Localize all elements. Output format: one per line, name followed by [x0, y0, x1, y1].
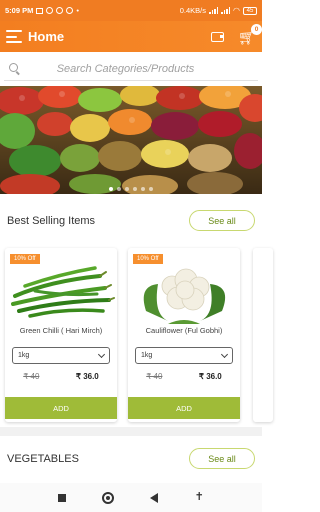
- cauliflower-image: [143, 268, 226, 324]
- page-title: Home: [28, 29, 65, 44]
- banner-dot[interactable]: [109, 187, 113, 191]
- add-to-cart-button[interactable]: ADD: [128, 397, 240, 419]
- vegetables-see-all-button[interactable]: See all: [189, 448, 255, 469]
- search-bar[interactable]: [4, 57, 258, 81]
- product-card-green-chilli[interactable]: 10% Off Green Chilli ( Hari Mirch) 1kg ₹…: [5, 248, 117, 422]
- best-selling-see-all-button[interactable]: See all: [189, 210, 255, 231]
- banner-dot[interactable]: [125, 187, 129, 191]
- vegetables-banner-image: [0, 86, 262, 194]
- product-card-cauliflower[interactable]: 10% Off Cauliflower (Ful Gobhi) 1kg ₹ 40…: [128, 248, 240, 422]
- search-input[interactable]: [21, 62, 258, 75]
- quantity-dropdown[interactable]: 1kg: [135, 347, 233, 364]
- menu-icon[interactable]: [6, 30, 22, 43]
- home-icon[interactable]: [102, 491, 115, 504]
- banner-pagination: [0, 187, 262, 191]
- recents-icon[interactable]: [58, 493, 67, 502]
- chevron-down-icon: [97, 350, 106, 358]
- original-price: ₹ 40: [146, 372, 163, 381]
- add-to-cart-button[interactable]: ADD: [5, 397, 117, 419]
- quantity-value: 1kg: [18, 352, 30, 359]
- discount-badge: 10% Off: [10, 254, 40, 264]
- cart-count-badge: 0: [251, 23, 262, 35]
- banner-dot[interactable]: [117, 187, 121, 191]
- green-chilli-image: [11, 266, 115, 318]
- quantity-dropdown[interactable]: 1kg: [12, 347, 110, 364]
- notification-icon: [36, 7, 44, 14]
- wallet-icon[interactable]: [211, 31, 224, 42]
- app-notification-icon: [66, 7, 74, 14]
- network-speed: 0.4KB/s: [179, 6, 207, 15]
- system-nav-bar: ✝︎: [0, 483, 262, 512]
- status-right: 0.4KB/s ◠ 45: [180, 6, 257, 15]
- cart-button[interactable]: 🛒︎ 0: [238, 23, 262, 45]
- discount-badge: 10% Off: [133, 254, 163, 264]
- price-row: ₹ 40 ₹ 36.0: [5, 372, 117, 381]
- price-row: ₹ 40 ₹ 36.0: [128, 372, 240, 381]
- original-price: ₹ 40: [23, 372, 40, 381]
- best-selling-title: Best Selling Items: [7, 214, 96, 227]
- best-selling-header: Best Selling Items See all: [0, 210, 262, 231]
- status-left: 5:09 PM •: [5, 6, 79, 15]
- signal-icon: [209, 7, 219, 14]
- banner-dot[interactable]: [141, 187, 145, 191]
- accessibility-icon[interactable]: ✝︎: [195, 492, 204, 503]
- quantity-value: 1kg: [141, 352, 153, 359]
- whatsapp-icon: [46, 7, 54, 14]
- vegetables-header: VEGETABLES See all: [0, 448, 262, 469]
- section-divider: [0, 427, 262, 436]
- status-bar: 5:09 PM • 0.4KB/s ◠ 45: [0, 0, 262, 21]
- message-icon: [56, 7, 64, 14]
- chevron-down-icon: [220, 350, 229, 358]
- product-name: Cauliflower (Ful Gobhi): [145, 326, 223, 335]
- banner-dot[interactable]: [149, 187, 153, 191]
- battery-icon: 45: [243, 6, 257, 15]
- promo-banner[interactable]: [0, 86, 262, 194]
- more-notifications-icon: •: [76, 6, 79, 15]
- app-bar: Home 🛒︎ 0: [0, 21, 262, 52]
- product-name: Green Chilli ( Hari Mirch): [19, 326, 103, 335]
- status-time: 5:09 PM: [5, 6, 34, 15]
- discounted-price: ₹ 36.0: [75, 372, 99, 381]
- banner-dot[interactable]: [133, 187, 137, 191]
- signal-2-icon: [221, 7, 231, 14]
- product-card-peek[interactable]: [253, 248, 273, 422]
- wifi-icon: ◠: [233, 6, 240, 15]
- back-icon[interactable]: [150, 492, 159, 503]
- search-icon: [9, 62, 21, 75]
- discounted-price: ₹ 36.0: [198, 372, 222, 381]
- vegetables-title: VEGETABLES: [7, 452, 79, 465]
